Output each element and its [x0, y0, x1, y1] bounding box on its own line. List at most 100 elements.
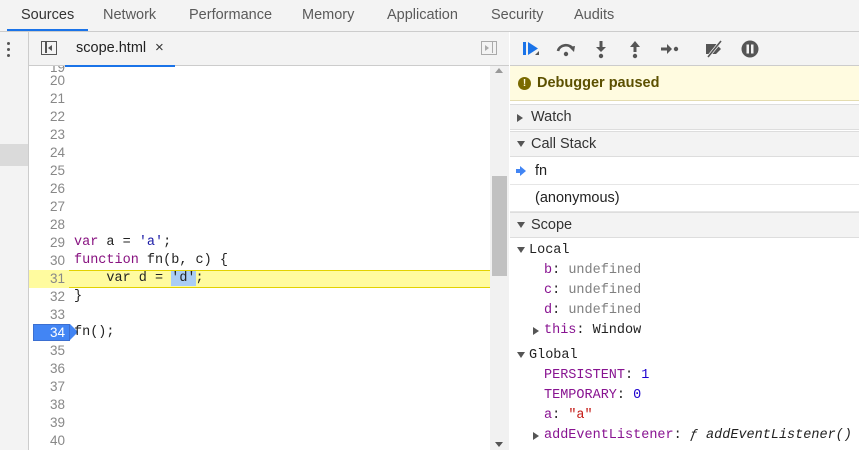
file-tab-name: scope.html [76, 40, 147, 56]
tab-application[interactable]: Application [387, 0, 458, 31]
scroll-down-icon[interactable] [495, 442, 503, 447]
deactivate-breakpoints-icon[interactable] [703, 38, 725, 60]
line-number[interactable]: 21 [29, 90, 65, 108]
tab-sources[interactable]: Sources [6, 0, 89, 31]
line-number[interactable]: 27 [29, 198, 65, 216]
code-line: 40 [29, 432, 490, 450]
collapse-icon [517, 352, 525, 358]
line-number[interactable]: 34 [29, 324, 65, 342]
tab-performance[interactable]: Performance [189, 0, 272, 31]
line-number[interactable]: 40 [29, 432, 65, 450]
navigator-strip [0, 32, 29, 450]
code-line: 37 [29, 378, 490, 396]
resume-icon[interactable] [520, 38, 542, 60]
code-line: 23 [29, 126, 490, 144]
collapse-icon [517, 141, 525, 147]
code-area[interactable]: 19 20 21 22 23 24 25 26 27 28 29 var a =… [29, 66, 490, 450]
debugger-toolbar [510, 32, 859, 66]
call-stack-label: Call Stack [531, 136, 597, 152]
call-frame-label: (anonymous) [535, 190, 620, 206]
debugger-sidebar: ! Debugger paused Watch Call Stack fn (a… [510, 32, 859, 450]
pause-on-exceptions-icon[interactable] [739, 38, 761, 60]
line-number[interactable]: 39 [29, 414, 65, 432]
code-editor: scope.html × 19 20 21 22 23 24 25 26 27 … [29, 32, 509, 450]
call-frame-current[interactable]: fn [510, 158, 859, 185]
code-line: 28 [29, 216, 490, 234]
line-number[interactable]: 36 [29, 360, 65, 378]
call-frame-label: fn [535, 163, 548, 179]
scope-section-header[interactable]: Scope [510, 212, 859, 238]
navigator-selected-row[interactable] [0, 144, 28, 166]
line-number[interactable]: 37 [29, 378, 65, 396]
line-number[interactable]: 20 [29, 72, 65, 90]
expand-icon [533, 432, 539, 440]
line-number[interactable]: 30 [29, 252, 65, 270]
step-over-icon[interactable] [555, 38, 577, 60]
watch-section-header[interactable]: Watch [510, 104, 859, 130]
scope-variable[interactable]: a: "a" [544, 406, 593, 426]
panel-tab-bar: Sources Network Performance Memory Appli… [0, 0, 859, 32]
step-into-icon[interactable] [590, 38, 612, 60]
code-line: 25 [29, 162, 490, 180]
code-line: 24 [29, 144, 490, 162]
watch-label: Watch [531, 109, 572, 125]
code-line: 22 [29, 108, 490, 126]
line-number[interactable]: 33 [29, 306, 65, 324]
code-line: 32 } [29, 288, 490, 306]
scope-variable[interactable]: d: undefined [544, 301, 641, 321]
tab-network[interactable]: Network [103, 0, 156, 31]
line-number[interactable]: 32 [29, 288, 65, 306]
scope-variable[interactable]: c: undefined [544, 281, 641, 301]
close-icon[interactable]: × [155, 39, 164, 56]
code-line: 33 [29, 306, 490, 324]
editor-tab-bar: scope.html × [29, 32, 509, 67]
line-number[interactable]: 35 [29, 342, 65, 360]
code-text: function fn(b, c) { [74, 253, 228, 268]
current-frame-arrow-icon [516, 166, 526, 176]
line-number[interactable]: 38 [29, 396, 65, 414]
scroll-up-icon[interactable] [495, 68, 503, 73]
step-icon[interactable] [659, 38, 681, 60]
scope-variable[interactable]: b: undefined [544, 261, 641, 281]
breakpoint-line: 34 fn(); [29, 324, 490, 342]
step-out-icon[interactable] [624, 38, 646, 60]
line-number[interactable]: 29 [29, 234, 65, 252]
line-number[interactable]: 24 [29, 144, 65, 162]
expand-icon [517, 114, 523, 122]
code-line: 21 [29, 90, 490, 108]
scope-label: Scope [531, 217, 573, 233]
scope-local-label: Local [529, 243, 570, 258]
call-frame[interactable]: (anonymous) [510, 185, 859, 212]
tab-memory[interactable]: Memory [302, 0, 354, 31]
more-options-icon[interactable] [7, 42, 11, 58]
scope-variable[interactable]: PERSISTENT: 1 [544, 366, 649, 386]
line-number[interactable]: 28 [29, 216, 65, 234]
scope-variable[interactable]: TEMPORARY: 0 [544, 386, 641, 406]
code-line: 26 [29, 180, 490, 198]
file-tab-scope-html[interactable]: scope.html × [65, 32, 175, 67]
line-number[interactable]: 26 [29, 180, 65, 198]
tab-audits[interactable]: Audits [574, 0, 614, 31]
editor-scrollbar[interactable] [490, 66, 509, 450]
line-number[interactable]: 25 [29, 162, 65, 180]
code-line: 35 [29, 342, 490, 360]
line-number[interactable]: 31 [29, 270, 65, 288]
collapse-icon [517, 247, 525, 253]
toggle-navigator-icon[interactable] [41, 41, 57, 55]
code-line: 38 [29, 396, 490, 414]
line-number[interactable]: 22 [29, 108, 65, 126]
code-line: 20 [29, 72, 490, 90]
tab-security[interactable]: Security [491, 0, 543, 31]
code-text: } [74, 289, 83, 304]
code-line: 39 [29, 414, 490, 432]
scope-global-label: Global [529, 348, 578, 363]
call-stack-section-header[interactable]: Call Stack [510, 131, 859, 157]
toggle-debugger-sidebar-icon[interactable] [481, 41, 497, 55]
execution-line: 31 var d = 'd'; [29, 270, 490, 288]
debugger-paused-banner: ! Debugger paused [510, 66, 859, 101]
scrollbar-thumb[interactable] [492, 176, 507, 276]
code-line: 29 var a = 'a'; [29, 234, 490, 252]
line-number[interactable]: 23 [29, 126, 65, 144]
expand-icon [533, 327, 539, 335]
code-line: 36 [29, 360, 490, 378]
